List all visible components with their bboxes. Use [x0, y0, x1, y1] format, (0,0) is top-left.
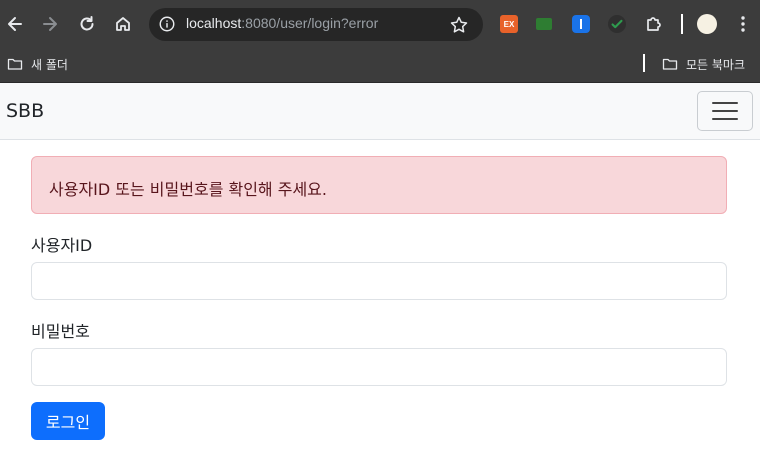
bookmarks-separator	[643, 54, 645, 72]
bookmark-folder-all[interactable]: 모든 북마크	[662, 54, 745, 74]
reload-button[interactable]	[73, 10, 101, 38]
profile-avatar[interactable]	[697, 14, 717, 34]
shield-extension-icon[interactable]	[572, 15, 590, 33]
username-input[interactable]	[31, 262, 727, 300]
password-label: 비밀번호	[31, 322, 90, 341]
reload-icon	[80, 16, 94, 31]
folder-icon	[662, 58, 678, 70]
site-navbar: SBB	[0, 83, 760, 140]
bookmark-folder-new[interactable]: 새 폴더	[7, 54, 68, 74]
password-input[interactable]	[31, 348, 727, 386]
url-path: :8080/user/login?error	[241, 15, 379, 31]
home-button[interactable]	[109, 10, 137, 38]
check-extension-icon[interactable]	[608, 15, 626, 33]
home-icon	[116, 17, 130, 31]
hamburger-icon-bar	[712, 102, 738, 104]
green-extension-icon[interactable]	[536, 18, 552, 30]
kebab-menu-icon	[741, 16, 745, 32]
chrome-menu-button[interactable]	[733, 14, 753, 34]
url-host: localhost	[186, 15, 242, 31]
toolbar-separator	[681, 14, 683, 34]
login-button[interactable]: 로그인	[31, 402, 105, 440]
bookmarks-bar: 새 폴더 모든 북마크	[0, 48, 760, 83]
forward-button[interactable]	[36, 10, 64, 38]
extensions-puzzle-button[interactable]	[640, 10, 668, 38]
hamburger-icon-bar	[712, 118, 738, 120]
navbar-toggler-button[interactable]	[697, 91, 753, 131]
puzzle-icon	[647, 17, 661, 31]
ex-extension-icon[interactable]: EX	[500, 15, 518, 33]
page-content: SBB 사용자ID 또는 비밀번호를 확인해 주세요. 사용자ID 비밀번호 로…	[0, 83, 760, 449]
username-label: 사용자ID	[31, 236, 93, 255]
navbar-brand[interactable]: SBB	[6, 100, 44, 122]
url-text[interactable]: localhost:8080/user/login?error	[186, 15, 378, 31]
login-error-alert: 사용자ID 또는 비밀번호를 확인해 주세요.	[31, 156, 727, 214]
forward-arrow-icon	[43, 17, 57, 31]
alert-message: 사용자ID 또는 비밀번호를 확인해 주세요.	[49, 180, 327, 199]
address-bar[interactable]: localhost:8080/user/login?error	[149, 8, 483, 41]
bookmark-star-icon[interactable]	[449, 15, 469, 35]
bookmark-folder-label: 새 폴더	[31, 57, 68, 72]
bookmark-folder-label: 모든 북마크	[686, 57, 746, 72]
folder-icon	[7, 58, 23, 70]
browser-toolbar: localhost:8080/user/login?error EX	[0, 0, 760, 48]
site-info-icon[interactable]	[157, 14, 177, 34]
back-arrow-icon	[8, 17, 22, 31]
hamburger-icon-bar	[712, 110, 738, 112]
back-button[interactable]	[1, 10, 29, 38]
